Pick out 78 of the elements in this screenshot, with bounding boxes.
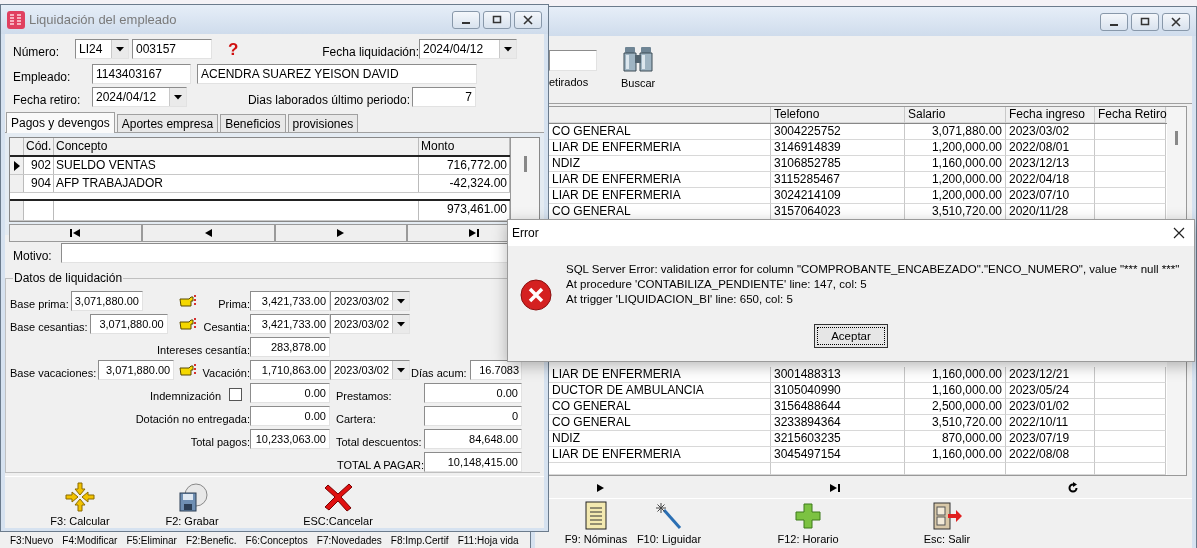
- field-label: Total pagos:: [189, 435, 250, 449]
- field-label: Base vacaciones:: [10, 366, 97, 380]
- dialog-title: Error: [512, 226, 539, 240]
- table-cell: 2023/03/02: [1006, 124, 1095, 140]
- field-label: Prestamos:: [335, 389, 393, 403]
- table-cell: 2,500,000.00: [905, 399, 1006, 415]
- field-label: Empleado:: [13, 70, 72, 84]
- field-label: Cesantia:: [202, 320, 250, 334]
- table-cell: 1,160,000.00: [905, 156, 1006, 172]
- table-cell: LIAR DE ENFERMERIA: [549, 188, 771, 204]
- table-cell: 1,200,000.00: [905, 172, 1006, 188]
- table-cell: CO GENERAL: [549, 124, 771, 140]
- table-cell: 1,160,000.00: [905, 383, 1006, 399]
- table-cell: 3004225752: [771, 124, 905, 140]
- field-label: Prima:: [217, 297, 250, 311]
- table-cell: 2023/07/19: [1006, 431, 1095, 447]
- table-cell: DUCTOR DE AMBULANCIA: [549, 383, 771, 399]
- field-label: TOTAL A PAGAR:: [336, 458, 424, 472]
- table-cell: 904: [24, 175, 54, 192]
- error-message: At procedure 'CONTABILIZA_PENDIENTE' line: 147, col: 5: [566, 277, 868, 292]
- table-cell: 3,071,880.00: [905, 124, 1006, 140]
- table-cell: LIAR DE ENFERMERIA: [549, 172, 771, 188]
- field-label: Días acum:: [410, 366, 468, 380]
- error-message: SQL Server Error: validation error for column "COMPROBANTE_ENCABEZADO"."ENCO_NUMERO", value "*** null ***": [566, 262, 1180, 277]
- table-cell: 2022/08/01: [1006, 140, 1095, 156]
- field-label: Motivo:: [13, 249, 53, 263]
- table-cell: 2023/05/24: [1006, 383, 1095, 399]
- table-cell: 716,772.00: [419, 157, 510, 174]
- table-cell: 3001488313: [771, 367, 905, 383]
- field-label: Base prima:: [10, 297, 69, 311]
- table-cell: 2022/04/18: [1006, 172, 1095, 188]
- field-label: Total descuentos:: [335, 435, 423, 449]
- table-cell: LIAR DE ENFERMERIA: [549, 447, 771, 463]
- table-cell: 3105040990: [771, 383, 905, 399]
- table-cell: 1,200,000.00: [905, 188, 1006, 204]
- field-label: Base cesantias:: [10, 320, 88, 334]
- group-title: Datos de liquidación: [13, 271, 124, 285]
- table-cell: NDIZ: [549, 156, 771, 172]
- table-cell: SUELDO VENTAS: [54, 157, 419, 174]
- table-cell: 3233894364: [771, 415, 905, 431]
- table-cell: LIAR DE ENFERMERIA: [549, 367, 771, 383]
- table-cell: 1,160,000.00: [905, 447, 1006, 463]
- table-cell: AFP TRABAJADOR: [54, 175, 419, 192]
- table-cell: 2023/01/02: [1006, 399, 1095, 415]
- table-cell: 3156488644: [771, 399, 905, 415]
- field-label: Fecha retiro:: [13, 93, 82, 107]
- table-cell: NDIZ: [549, 431, 771, 447]
- field-label: Cartera:: [335, 412, 377, 426]
- field-label: Fecha liquidación:: [322, 45, 419, 59]
- window-title: Liquidación del empleado: [29, 12, 177, 27]
- table-cell: 2023/07/10: [1006, 188, 1095, 204]
- field-label: Indemnización: [150, 389, 221, 403]
- filter-label: etirados: [549, 76, 590, 88]
- table-cell: 3024214109: [771, 188, 905, 204]
- table-cell: LIAR DE ENFERMERIA: [549, 140, 771, 156]
- table-cell: 1,200,000.00: [905, 140, 1006, 156]
- table-cell: 3115285467: [771, 172, 905, 188]
- table-cell: 902: [24, 157, 54, 174]
- table-cell: 3,510,720.00: [905, 415, 1006, 431]
- table-cell: 3045497154: [771, 447, 905, 463]
- table-cell: 3146914839: [771, 140, 905, 156]
- field-label: Número:: [13, 45, 60, 59]
- error-message: At trigger 'LIQUIDACION_BI' line: 650, col: 5: [566, 292, 794, 307]
- table-cell: 2022/08/08: [1006, 447, 1095, 463]
- field-label: Dias laborados último periodo:: [247, 93, 410, 107]
- field-label: Vacación:: [201, 366, 250, 380]
- table-cell: -42,324.00: [419, 175, 510, 192]
- field-label: Dotación no entregada:: [134, 412, 250, 426]
- table-cell: 1,160,000.00: [905, 367, 1006, 383]
- table-cell: 3215603235: [771, 431, 905, 447]
- table-cell: 2023/12/13: [1006, 156, 1095, 172]
- field-label: Intereses cesantía:: [156, 343, 250, 357]
- table-cell: CO GENERAL: [549, 415, 771, 431]
- table-cell: 3106852785: [771, 156, 905, 172]
- table-cell: 2022/10/11: [1006, 415, 1095, 431]
- table-cell: 2023/12/21: [1006, 367, 1095, 383]
- table-cell: 870,000.00: [905, 431, 1006, 447]
- table-cell: CO GENERAL: [549, 399, 771, 415]
